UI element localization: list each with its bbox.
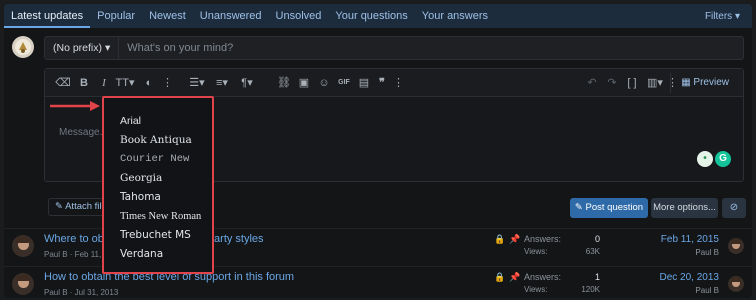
list-icon[interactable]: ☰▾ bbox=[187, 69, 207, 97]
undo-icon[interactable]: ↶ bbox=[585, 69, 599, 97]
views-count: 63K bbox=[585, 247, 600, 256]
editor-toolbar: ⌫ B I TT▾ ◐ ⋮ ☰▾ ≡▾ ¶▾ ⛓ ▣ ☺ GIF ▤ ❞ ⋮ ↶… bbox=[45, 69, 743, 97]
grammarly-icon[interactable]: G bbox=[715, 151, 731, 167]
last-post-user[interactable]: Paul B bbox=[654, 248, 719, 257]
font-option-verdana[interactable]: Verdana bbox=[104, 245, 212, 264]
author-avatar[interactable] bbox=[12, 235, 34, 257]
tab-your-answers[interactable]: Your answers bbox=[415, 4, 495, 28]
forum-panel: Latest updates Popular Newest Unanswered… bbox=[4, 4, 752, 298]
prefix-select[interactable]: (No prefix) ▾ bbox=[45, 37, 120, 59]
views-label: Views: bbox=[524, 285, 548, 294]
author-avatar[interactable] bbox=[12, 273, 34, 295]
pin-icon: 📌 bbox=[509, 272, 525, 282]
answers-count: 0 bbox=[594, 234, 600, 244]
font-option-times-new-roman[interactable]: Times New Roman bbox=[104, 207, 212, 226]
thread-meta: Paul B · Feb 11, 2 bbox=[44, 250, 108, 259]
font-option-arial[interactable]: Arial bbox=[104, 112, 212, 131]
cancel-button[interactable]: ⊘ bbox=[722, 198, 746, 218]
font-option-trebuchet-ms[interactable]: Trebuchet MS bbox=[104, 226, 212, 245]
lock-icon: 🔒 bbox=[494, 234, 510, 244]
thread-title-end: party styles bbox=[207, 233, 264, 245]
menu-spacer bbox=[104, 98, 212, 112]
tab-latest-updates[interactable]: Latest updates bbox=[4, 4, 91, 28]
tab-unanswered[interactable]: Unanswered bbox=[193, 4, 269, 28]
tab-your-questions[interactable]: Your questions bbox=[328, 4, 414, 28]
avatar-hair bbox=[730, 277, 742, 282]
paperclip-icon: ✎ bbox=[55, 201, 63, 212]
bbcode-icon[interactable]: [ ] bbox=[625, 69, 639, 97]
eraser-icon[interactable]: ⌫ bbox=[55, 69, 71, 97]
thread-flags: 🔒📌 bbox=[494, 272, 524, 283]
message-placeholder: Message... bbox=[59, 127, 108, 138]
redo-icon[interactable]: ↷ bbox=[605, 69, 619, 97]
gif-icon[interactable]: GIF bbox=[335, 69, 353, 97]
emoji-icon[interactable]: ☺ bbox=[317, 69, 331, 97]
link-icon[interactable]: ⛓ bbox=[277, 69, 291, 97]
pin-icon: 📌 bbox=[509, 234, 525, 244]
font-option-georgia[interactable]: Georgia bbox=[104, 169, 212, 188]
answers-label: Answers: bbox=[524, 234, 562, 244]
last-poster-avatar[interactable] bbox=[728, 276, 744, 292]
thread-flags: 🔒📌 bbox=[494, 234, 524, 245]
quote-icon[interactable]: ❞ bbox=[375, 69, 389, 97]
annotation-arrow-icon bbox=[50, 101, 100, 111]
last-post-user[interactable]: Paul B bbox=[654, 286, 719, 295]
last-poster-avatar[interactable] bbox=[728, 238, 744, 254]
preview-label: Preview bbox=[693, 77, 729, 88]
filters-label: Filters bbox=[704, 10, 733, 22]
media-icon[interactable]: ▤ bbox=[357, 69, 371, 97]
last-post-date[interactable]: Dec 20, 2013 bbox=[654, 272, 720, 283]
attach-files-button[interactable]: ✎ Attach files bbox=[48, 198, 110, 216]
text-size-icon[interactable]: TT▾ bbox=[115, 69, 135, 97]
align-icon[interactable]: ≡▾ bbox=[211, 69, 233, 97]
caret-down-icon: ▾ bbox=[734, 10, 740, 22]
views-label: Views: bbox=[524, 247, 548, 256]
caret-down-icon: ▾ bbox=[104, 42, 111, 54]
lightbulb-icon[interactable]: • bbox=[697, 151, 713, 167]
title-row: (No prefix) ▾ bbox=[44, 36, 744, 60]
save-draft-icon[interactable]: ▥▾ bbox=[645, 69, 665, 97]
preview-button[interactable]: ▦ Preview bbox=[670, 73, 739, 93]
avatar-hair bbox=[15, 274, 31, 281]
lock-icon: 🔒 bbox=[494, 272, 510, 282]
italic-icon[interactable]: I bbox=[97, 69, 111, 97]
avatar-emblem-icon bbox=[15, 39, 31, 55]
palette-icon[interactable]: ◐ bbox=[142, 69, 156, 97]
font-option-tahoma[interactable]: Tahoma bbox=[104, 188, 212, 207]
font-family-menu: Arial Book Antiqua Courier New Georgia T… bbox=[102, 96, 214, 274]
tab-bar: Latest updates Popular Newest Unanswered… bbox=[4, 4, 752, 28]
filters-button[interactable]: Filters ▾ bbox=[705, 11, 752, 22]
title-input[interactable] bbox=[119, 37, 743, 59]
thread-title-start: Where to ob bbox=[44, 233, 104, 245]
more-vertical-icon[interactable]: ⋮ bbox=[393, 69, 404, 97]
views-count: 120K bbox=[581, 285, 600, 294]
more-options-button[interactable]: More options... bbox=[651, 198, 718, 218]
thread-meta: Paul B · Jul 31, 2013 bbox=[44, 288, 119, 297]
post-label: Post question bbox=[585, 202, 644, 213]
editor-badges: • G bbox=[697, 151, 731, 167]
prefix-value: (No prefix) bbox=[53, 42, 103, 54]
cancel-icon: ⊘ bbox=[729, 202, 739, 213]
current-user-avatar[interactable] bbox=[12, 36, 34, 58]
tab-newest[interactable]: Newest bbox=[142, 4, 193, 28]
answers-count: 1 bbox=[594, 272, 600, 282]
font-option-book-antiqua[interactable]: Book Antiqua bbox=[104, 131, 212, 150]
tab-unsolved[interactable]: Unsolved bbox=[269, 4, 329, 28]
image-icon[interactable]: ▣ bbox=[297, 69, 311, 97]
more-vertical-icon[interactable]: ⋮ bbox=[162, 69, 173, 97]
preview-icon: ▦ bbox=[681, 77, 691, 88]
paragraph-icon[interactable]: ¶▾ bbox=[237, 69, 257, 97]
avatar-hair bbox=[15, 236, 31, 243]
tab-popular[interactable]: Popular bbox=[90, 4, 142, 28]
answers-label: Answers: bbox=[524, 272, 562, 282]
avatar-hair bbox=[730, 239, 742, 244]
post-question-button[interactable]: ✎ Post question bbox=[570, 198, 648, 218]
bold-icon[interactable]: B bbox=[77, 69, 91, 97]
font-option-courier-new[interactable]: Courier New bbox=[104, 150, 212, 169]
last-post-date[interactable]: Feb 11, 2015 bbox=[654, 234, 719, 245]
edit-icon: ✎ bbox=[574, 202, 583, 213]
